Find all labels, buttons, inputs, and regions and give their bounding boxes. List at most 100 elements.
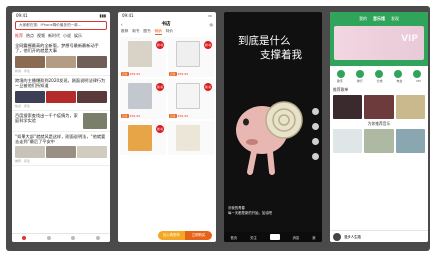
news-image	[15, 55, 45, 68]
status-time: 09:41	[16, 13, 28, 18]
product-grid: 新书 自营 ¥39.90 新书 自营 ¥39.90 新书 自营 ¥39.90 新书 自…	[118, 37, 216, 155]
playlist-cover[interactable]	[395, 95, 425, 119]
comment-icon[interactable]	[312, 138, 319, 145]
cart-bar: 加入购物车 立即购买	[158, 231, 212, 240]
tab-recommend[interactable]: 推荐	[15, 33, 23, 39]
news-image	[46, 90, 76, 103]
news-tabs: 推荐 热点 视频 新时代 小说 娱乐	[12, 31, 110, 41]
product-card[interactable]: 新书 自营 ¥39.90	[168, 79, 214, 119]
news-image	[15, 90, 45, 103]
chart-icon[interactable]	[356, 70, 365, 78]
avatar[interactable]	[312, 108, 319, 115]
news-image	[83, 112, 107, 129]
music-app-screen: 我的 音乐馆 发现 VIP 歌手 排行 分类 电台 MV 推荐歌单 为你推荐音乐…	[330, 12, 428, 242]
news-title: 百度搜索查找出一千个疫情为，家庭科学实验	[15, 112, 78, 124]
share-icon[interactable]	[312, 153, 319, 160]
status-time: 09:41	[122, 13, 134, 18]
album-disc-icon	[333, 232, 341, 241]
now-playing-title: 漫步人生路	[344, 235, 361, 239]
news-meta: 热点 · 评论	[15, 103, 30, 108]
book-cover	[176, 41, 200, 67]
sale-badge: 新书	[204, 83, 212, 91]
tab-category-active[interactable]: 畅销	[154, 29, 162, 35]
video-caption: 到底是什么 支撑着我	[238, 34, 302, 62]
product-card[interactable]	[168, 121, 214, 155]
list-item[interactable]: 百度搜索查找出一千个疫情为，家庭科学实验	[12, 111, 110, 132]
singer-icon[interactable]	[337, 70, 346, 78]
tag: 自营	[169, 72, 177, 76]
product-card[interactable]: 新书	[120, 121, 166, 155]
sale-badge: 新书	[156, 41, 164, 49]
snail-character-illustration	[236, 101, 303, 175]
news-meta: 推荐 · 评论	[15, 159, 30, 164]
mv-icon[interactable]	[412, 70, 421, 78]
profile-icon[interactable]	[95, 236, 100, 240]
tab-video[interactable]: 视频	[37, 33, 45, 39]
list-item[interactable]: 跨境的主播爆款到2020发现，刚面说明法律行为一旦被他们所知道 热点 · 评论	[12, 76, 110, 111]
bottom-nav	[12, 233, 110, 242]
tab-discover[interactable]: 发现	[391, 16, 399, 22]
news-image	[77, 146, 107, 159]
product-card[interactable]: 新书 自营 ¥39.90	[120, 37, 166, 77]
page-title: 书店	[161, 22, 171, 27]
showcase-frame: 09:41 ▮▮▮ 大家都在搜：iPhone降价最多的一款… 推荐 热点 视频 …	[6, 6, 430, 251]
promo-banner[interactable]: VIP	[334, 26, 424, 60]
nav-home[interactable]: 首页	[230, 235, 237, 240]
tab-hot[interactable]: 热点	[26, 33, 34, 39]
cart-icon[interactable]: ◎	[209, 22, 213, 27]
radio-icon[interactable]	[393, 70, 402, 78]
search-input[interactable]: 大家都在搜：iPhone降价最多的一款…	[15, 21, 107, 30]
tab-category[interactable]: 图书	[143, 29, 150, 35]
caption-line: 到底是什么	[238, 35, 291, 47]
tab-music-hall[interactable]: 音乐馆	[373, 16, 385, 22]
tab-category[interactable]: 特价	[166, 29, 173, 35]
sale-badge: 新书	[204, 41, 212, 49]
book-cover	[128, 41, 152, 67]
video-actions	[312, 108, 319, 160]
tab-category[interactable]: 推荐	[121, 29, 128, 35]
book-cover	[176, 125, 200, 151]
heart-icon[interactable]	[312, 123, 319, 130]
song-cover[interactable]	[364, 129, 394, 153]
news-meta: 新闻 · 评论	[15, 68, 30, 73]
news-image	[46, 55, 76, 68]
back-icon[interactable]: ‹	[121, 22, 123, 27]
entry-label: 分类	[376, 79, 383, 83]
song-cover[interactable]	[333, 129, 363, 153]
entry-label: 歌手	[336, 79, 343, 83]
tasks-icon[interactable]	[71, 236, 76, 240]
buy-now-button[interactable]: 立即购买	[185, 231, 212, 240]
create-button[interactable]	[269, 234, 280, 240]
tab-entertainment[interactable]: 娱乐	[74, 33, 82, 39]
song-grid	[330, 129, 428, 153]
category-tabs: 推荐 新书 图书 畅销 特价	[118, 28, 216, 37]
signal-icon: ▮▮▮	[99, 13, 106, 18]
tab-novel[interactable]: 小说	[63, 33, 71, 39]
entry-label: 排行	[356, 79, 363, 83]
nav-me[interactable]: 我	[312, 235, 315, 240]
news-image	[15, 146, 45, 159]
category-icon[interactable]	[374, 70, 383, 78]
news-title: 跨境的主播爆款到2020发现，刚面说明法律行为一旦被他们所知道	[15, 77, 106, 89]
nav-messages[interactable]: 消息	[293, 235, 300, 240]
add-to-cart-button[interactable]: 加入购物车	[158, 231, 185, 240]
quick-entries	[330, 66, 428, 79]
list-item[interactable]: “如果大部”就就风是这样，刚面说明法，“他就要去走到”最后了平安中 推荐 · 评…	[12, 132, 110, 167]
product-card[interactable]: 新书 自营 ¥39.90	[120, 79, 166, 119]
nav-follow[interactable]: 关注	[250, 235, 257, 240]
song-cover[interactable]	[395, 129, 425, 153]
book-cover	[176, 83, 200, 109]
tab-category[interactable]: 新书	[132, 29, 139, 35]
tab-mine[interactable]: 我的	[359, 16, 367, 22]
music-header: 我的 音乐馆 发现 VIP	[330, 12, 428, 66]
sale-badge: 新书	[156, 125, 164, 133]
home-icon[interactable]	[22, 236, 27, 240]
tab-new-era[interactable]: 新时代	[48, 33, 60, 39]
product-card[interactable]: 新书 自营 ¥39.90	[168, 37, 214, 77]
playlist-cover[interactable]	[364, 95, 394, 119]
list-item[interactable]: 全网震撼最高的全新版，梦想号最新最新动手了，他们开的就是大事 新闻 · 评论	[12, 41, 110, 76]
video-icon[interactable]	[46, 236, 51, 240]
playlist-cover[interactable]	[333, 95, 363, 119]
mini-player[interactable]: 漫步人生路	[330, 230, 428, 242]
news-app-screen: 09:41 ▮▮▮ 大家都在搜：iPhone降价最多的一款… 推荐 热点 视频 …	[12, 12, 110, 242]
